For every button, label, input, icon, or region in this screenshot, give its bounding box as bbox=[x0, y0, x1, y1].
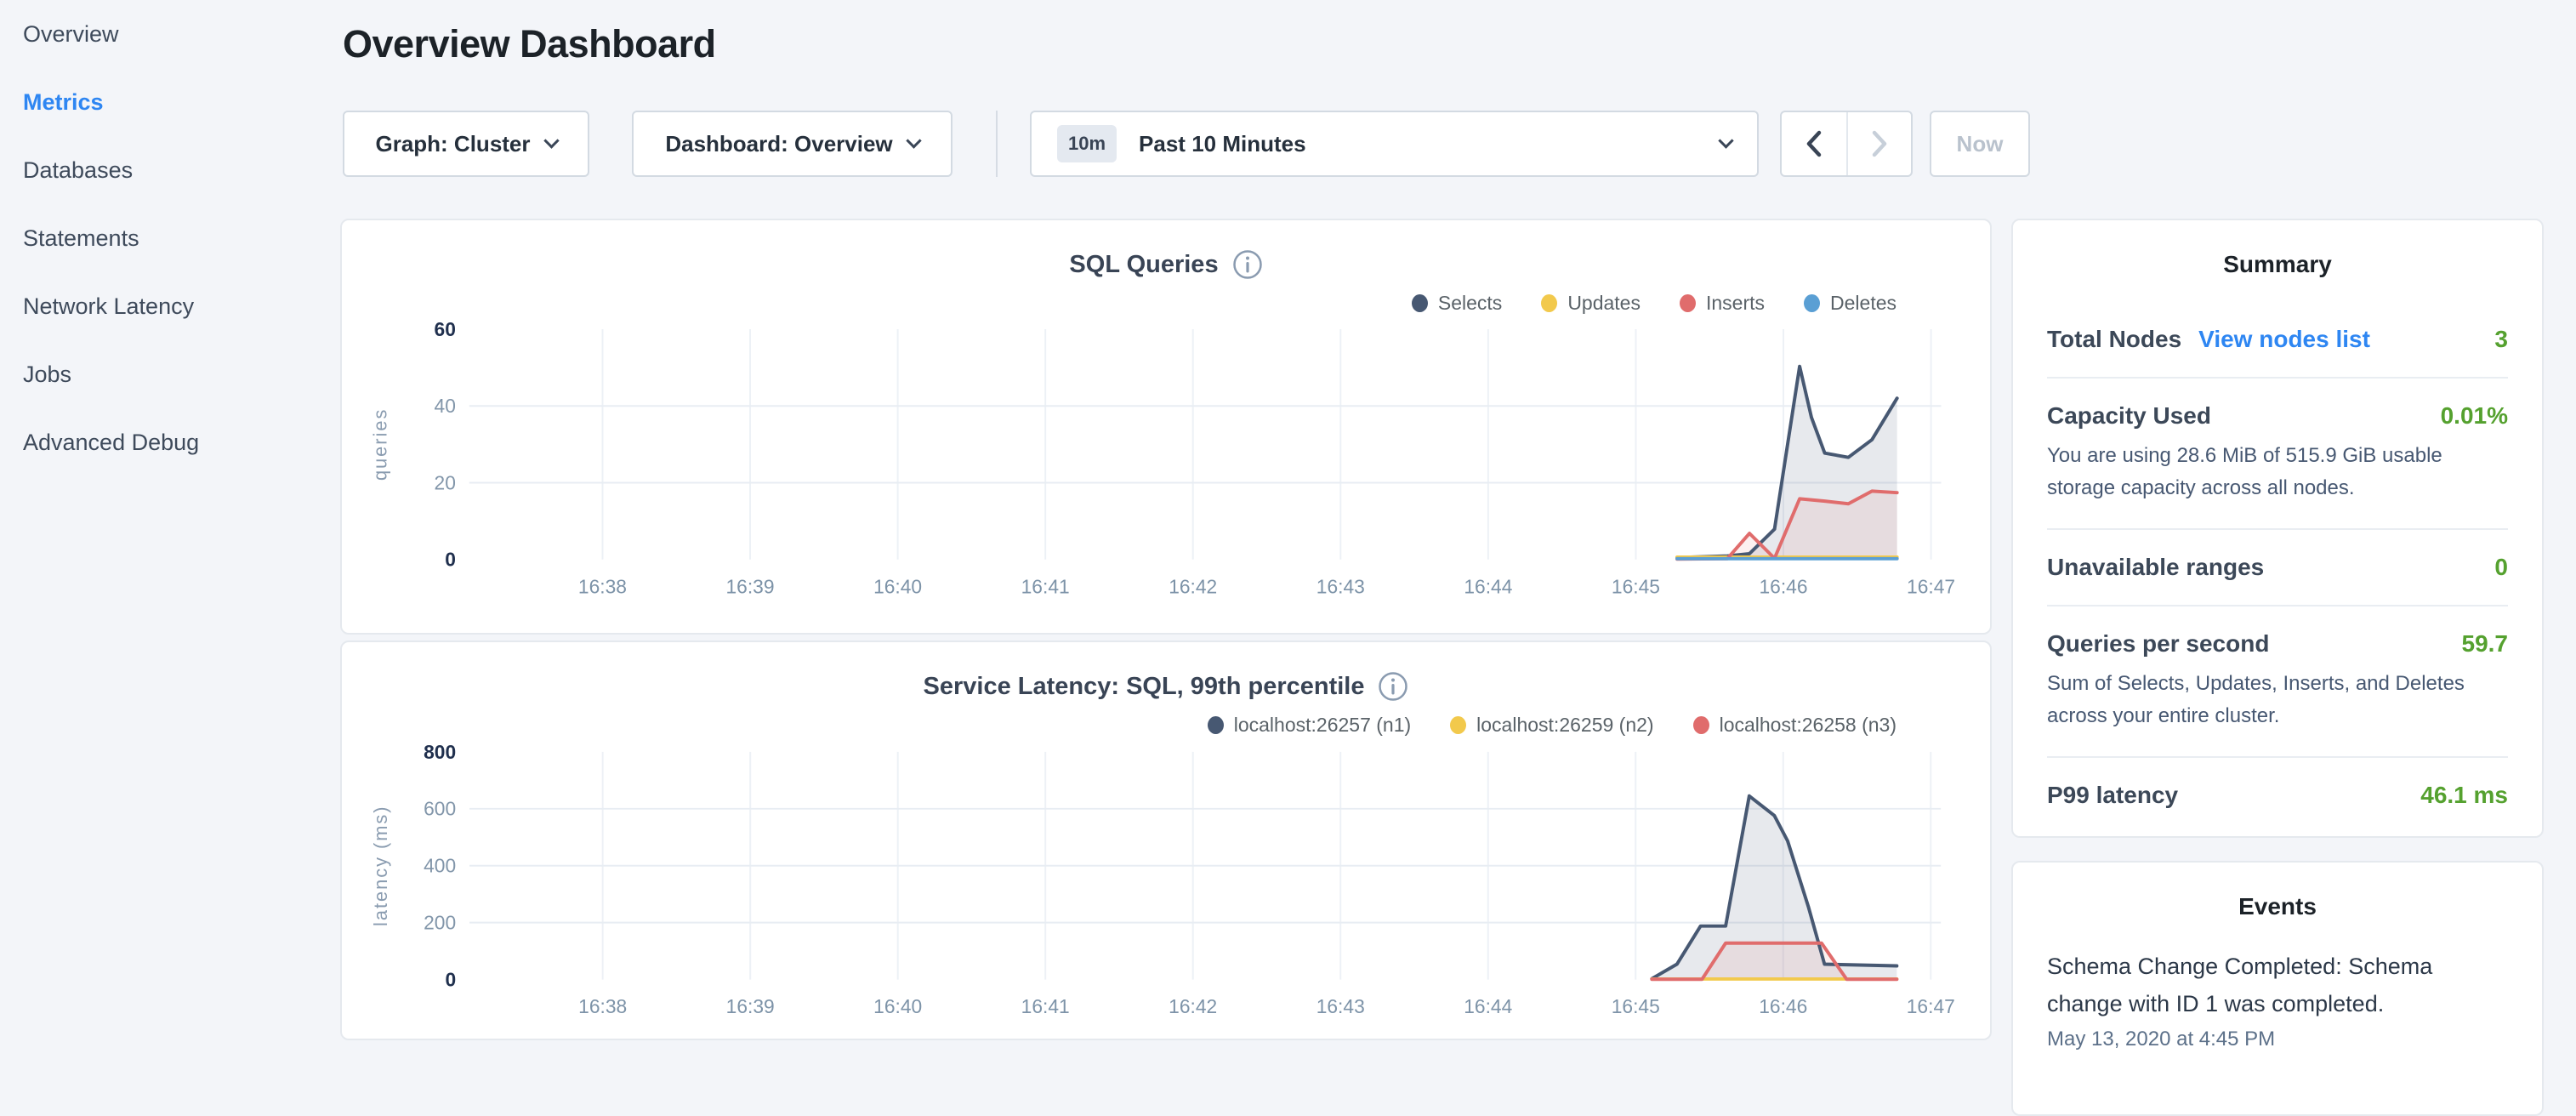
view-nodes-list-link[interactable]: View nodes list bbox=[2198, 326, 2370, 353]
capacity-used-label: Capacity Used bbox=[2047, 402, 2211, 430]
p99-latency-label: P99 latency bbox=[2047, 782, 2178, 809]
chevron-down-icon bbox=[543, 133, 559, 148]
graph-scope-dropdown[interactable]: Graph: Cluster bbox=[343, 111, 589, 177]
y-tick-label: 60 bbox=[435, 318, 456, 340]
y-tick-label: 400 bbox=[424, 855, 456, 877]
event-item-text[interactable]: Schema Change Completed: Schema change w… bbox=[2047, 948, 2508, 1022]
sidebar-item-overview[interactable]: Overview bbox=[0, 0, 340, 68]
summary-row-capacity: Capacity Used 0.01% bbox=[2047, 402, 2508, 430]
y-tick-label: 800 bbox=[424, 741, 456, 763]
now-button-label: Now bbox=[1957, 131, 2004, 157]
y-tick-label: 20 bbox=[435, 471, 456, 493]
total-nodes-label: Total Nodes bbox=[2047, 326, 2181, 353]
next-range-button[interactable] bbox=[1846, 112, 1911, 175]
divider bbox=[2047, 528, 2508, 530]
x-tick-label: 16:38 bbox=[578, 575, 627, 597]
y-tick-label: 0 bbox=[445, 969, 456, 991]
x-tick-label: 16:41 bbox=[1021, 995, 1070, 1017]
sidebar-item-network-latency[interactable]: Network Latency bbox=[0, 272, 340, 340]
graph-scope-dropdown-label: Graph: Cluster bbox=[375, 131, 530, 157]
qps-label: Queries per second bbox=[2047, 630, 2269, 658]
x-tick-label: 16:40 bbox=[873, 575, 922, 597]
sidebar-item-advanced-debug[interactable]: Advanced Debug bbox=[0, 408, 340, 476]
x-tick-label: 16:46 bbox=[1759, 995, 1807, 1017]
summary-row-total-nodes: Total Nodes View nodes list 3 bbox=[2047, 326, 2508, 353]
x-tick-label: 16:44 bbox=[1464, 575, 1512, 597]
service-latency-chart-card: Service Latency: SQL, 99th percentile lo… bbox=[340, 641, 1992, 1040]
event-item-timestamp: May 13, 2020 at 4:45 PM bbox=[2047, 1028, 2508, 1051]
x-tick-label: 16:47 bbox=[1907, 575, 1955, 597]
unavailable-ranges-label: Unavailable ranges bbox=[2047, 554, 2264, 581]
x-tick-label: 16:44 bbox=[1464, 995, 1512, 1017]
x-tick-label: 16:38 bbox=[578, 995, 627, 1017]
divider bbox=[2047, 756, 2508, 758]
sidebar: Overview Metrics Databases Statements Ne… bbox=[0, 0, 340, 1051]
p99-latency-value: 46.1 ms bbox=[2420, 782, 2508, 809]
x-tick-label: 16:45 bbox=[1612, 575, 1660, 597]
capacity-used-value: 0.01% bbox=[2441, 402, 2508, 430]
sql-queries-chart-card: SQL Queries SelectsUpdatesInsertsDeletes… bbox=[340, 219, 1992, 635]
dashboard-dropdown-label: Dashboard: Overview bbox=[665, 131, 892, 157]
x-tick-label: 16:42 bbox=[1169, 575, 1217, 597]
unavailable-ranges-value: 0 bbox=[2494, 554, 2508, 581]
events-panel: Events Schema Change Completed: Schema c… bbox=[2011, 861, 2544, 1116]
time-range-dropdown[interactable]: 10m Past 10 Minutes bbox=[1030, 111, 1759, 177]
capacity-used-description: You are using 28.6 MiB of 515.9 GiB usab… bbox=[2047, 440, 2508, 504]
x-tick-label: 16:39 bbox=[726, 995, 775, 1017]
sidebar-item-databases[interactable]: Databases bbox=[0, 136, 340, 204]
prev-range-button[interactable] bbox=[1782, 112, 1846, 175]
sidebar-item-statements[interactable]: Statements bbox=[0, 204, 340, 272]
y-tick-label: 200 bbox=[424, 912, 456, 934]
sidebar-item-metrics[interactable]: Metrics bbox=[0, 68, 340, 136]
y-axis-title: queries bbox=[370, 408, 391, 481]
summary-row-unavailable-ranges: Unavailable ranges 0 bbox=[2047, 554, 2508, 581]
y-tick-label: 600 bbox=[424, 798, 456, 820]
x-tick-label: 16:39 bbox=[726, 575, 775, 597]
time-range-badge: 10m bbox=[1057, 125, 1117, 162]
summary-row-qps: Queries per second 59.7 bbox=[2047, 630, 2508, 658]
time-range-label: Past 10 Minutes bbox=[1139, 131, 1698, 157]
x-tick-label: 16:42 bbox=[1169, 995, 1217, 1017]
now-button[interactable]: Now bbox=[1930, 111, 2030, 177]
summary-title: Summary bbox=[2047, 251, 2508, 278]
x-tick-label: 16:47 bbox=[1907, 995, 1955, 1017]
x-tick-label: 16:43 bbox=[1316, 575, 1365, 597]
divider bbox=[2047, 377, 2508, 379]
chevron-down-icon bbox=[906, 133, 921, 148]
events-title: Events bbox=[2047, 893, 2508, 920]
main-content: Overview Dashboard Graph: Cluster Dashbo… bbox=[340, 0, 2576, 1051]
qps-description: Sum of Selects, Updates, Inserts, and De… bbox=[2047, 668, 2508, 732]
divider bbox=[2047, 605, 2508, 606]
chevron-left-icon bbox=[1803, 128, 1825, 159]
sidebar-item-jobs[interactable]: Jobs bbox=[0, 340, 340, 408]
page-title: Overview Dashboard bbox=[343, 22, 716, 66]
x-tick-label: 16:41 bbox=[1021, 575, 1070, 597]
dashboard-controls: Graph: Cluster Dashboard: Overview 10m P… bbox=[343, 111, 2030, 177]
summary-row-p99: P99 latency 46.1 ms bbox=[2047, 782, 2508, 809]
x-tick-label: 16:43 bbox=[1316, 995, 1365, 1017]
summary-panel: Summary Total Nodes View nodes list 3 Ca… bbox=[2011, 219, 2544, 838]
y-tick-label: 40 bbox=[435, 395, 456, 417]
total-nodes-value: 3 bbox=[2494, 326, 2508, 353]
x-tick-label: 16:46 bbox=[1759, 575, 1807, 597]
qps-value: 59.7 bbox=[2462, 630, 2509, 658]
y-tick-label: 0 bbox=[445, 549, 456, 571]
controls-divider bbox=[996, 111, 998, 177]
y-axis-title: latency (ms) bbox=[370, 805, 391, 925]
x-tick-label: 16:45 bbox=[1612, 995, 1660, 1017]
time-range-pager bbox=[1780, 111, 1913, 177]
chevron-right-icon bbox=[1868, 128, 1891, 159]
chart-plot[interactable]: 16:38 16:39 16:40 16:41 16:42 16:43 16:44 16:45… bbox=[342, 220, 1990, 633]
chevron-down-icon bbox=[1718, 133, 1733, 148]
x-tick-label: 16:40 bbox=[873, 995, 922, 1017]
dashboard-dropdown[interactable]: Dashboard: Overview bbox=[632, 111, 952, 177]
chart-plot[interactable]: 16:38 16:39 16:40 16:41 16:42 16:43 16:44 16:45… bbox=[342, 642, 1990, 1039]
